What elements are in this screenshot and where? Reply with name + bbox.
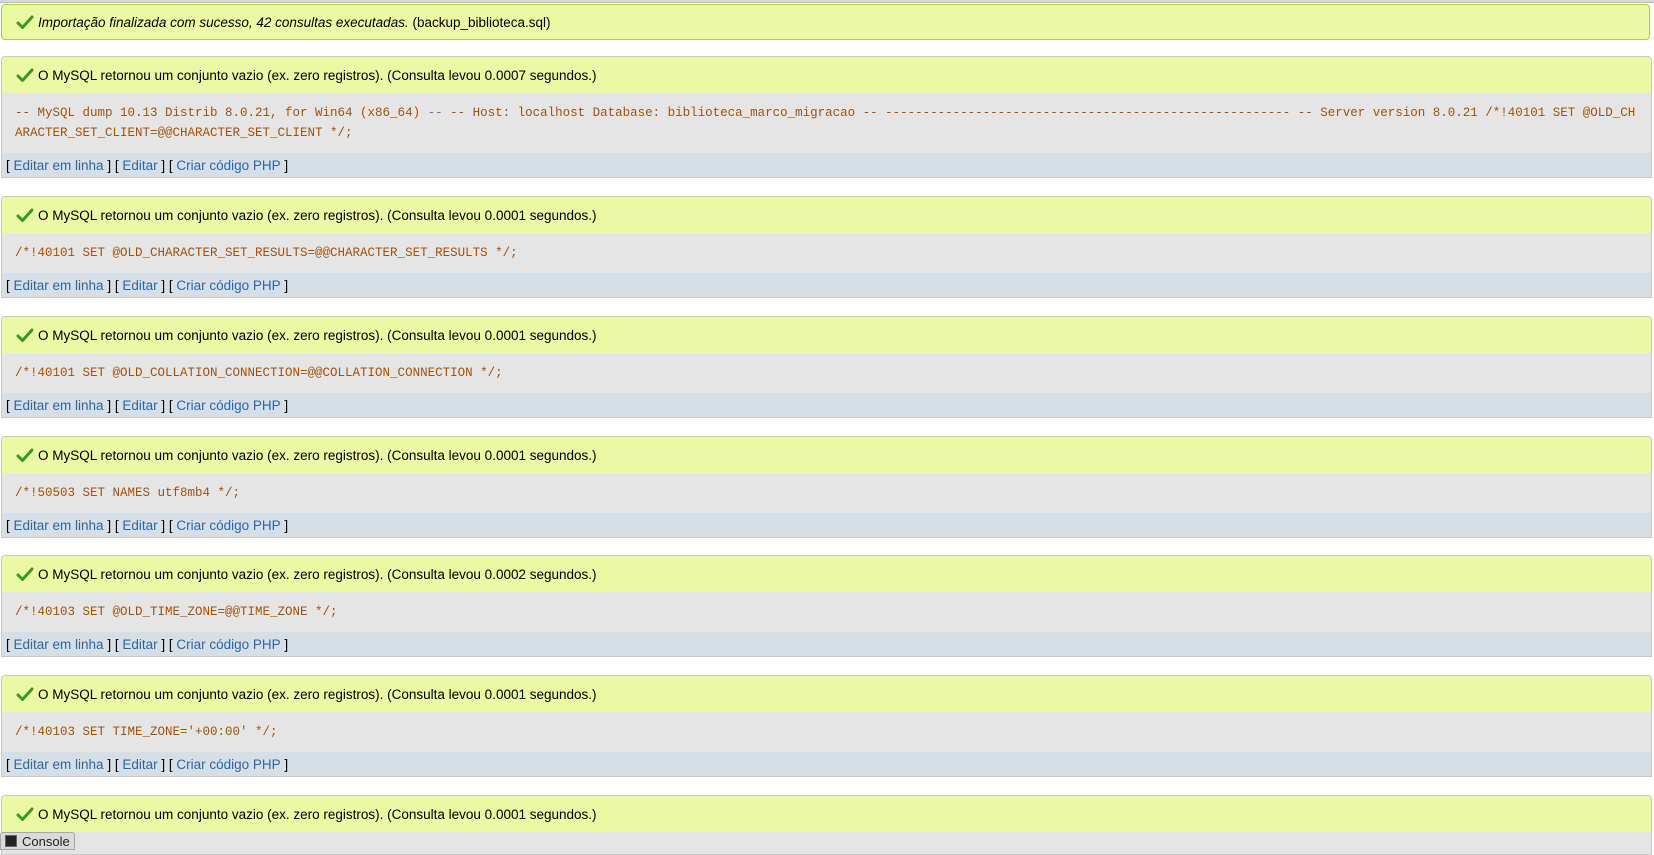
query-result-block: O MySQL retornou um conjunto vazio (ex. … (1, 56, 1652, 178)
check-icon (16, 567, 34, 581)
edit-link[interactable]: Editar (122, 398, 157, 413)
sql-query-text[interactable]: -- MySQL dump 10.13 Distrib 8.0.21, for … (2, 93, 1651, 153)
query-actions: [ Editar em linha ] [ Editar ] [ Criar c… (2, 393, 1651, 417)
check-icon (16, 448, 34, 462)
create-php-code-link[interactable]: Criar código PHP (176, 518, 280, 533)
query-result-message: O MySQL retornou um conjunto vazio (ex. … (2, 437, 1651, 473)
check-icon (16, 687, 34, 701)
check-icon (16, 807, 34, 821)
check-icon (16, 68, 34, 82)
query-result-message: O MySQL retornou um conjunto vazio (ex. … (2, 317, 1651, 353)
query-result-block: O MySQL retornou um conjunto vazio (ex. … (1, 436, 1652, 538)
query-result-message: O MySQL retornou um conjunto vazio (ex. … (2, 57, 1651, 93)
edit-link[interactable]: Editar (122, 518, 157, 533)
query-result-block: O MySQL retornou um conjunto vazio (ex. … (1, 555, 1652, 657)
edit-inline-link[interactable]: Editar em linha (14, 518, 104, 533)
create-php-code-link[interactable]: Criar código PHP (176, 398, 280, 413)
query-result-message: O MySQL retornou um conjunto vazio (ex. … (2, 796, 1651, 832)
query-result-block: O MySQL retornou um conjunto vazio (ex. … (1, 196, 1652, 298)
create-php-code-link[interactable]: Criar código PHP (176, 637, 280, 652)
sql-query-text[interactable]: /*!40101 SET @OLD_COLLATION_CONNECTION=@… (2, 353, 1651, 393)
edit-inline-link[interactable]: Editar em linha (14, 158, 104, 173)
query-result-block: O MySQL retornou um conjunto vazio (ex. … (1, 316, 1652, 418)
query-result-message: O MySQL retornou um conjunto vazio (ex. … (2, 676, 1651, 712)
query-actions: [ Editar em linha ] [ Editar ] [ Criar c… (2, 513, 1651, 537)
query-actions: [ Editar em linha ] [ Editar ] [ Criar c… (2, 752, 1651, 776)
top-toolbar-edge (0, 0, 1654, 3)
sql-query-text[interactable]: /*!50503 SET NAMES utf8mb4 */; (2, 473, 1651, 513)
check-icon (16, 15, 34, 29)
query-result-message: O MySQL retornou um conjunto vazio (ex. … (2, 197, 1651, 233)
edit-inline-link[interactable]: Editar em linha (14, 637, 104, 652)
create-php-code-link[interactable]: Criar código PHP (176, 757, 280, 772)
query-actions: [ Editar em linha ] [ Editar ] [ Criar c… (2, 273, 1651, 297)
query-result-block: O MySQL retornou um conjunto vazio (ex. … (1, 675, 1652, 777)
query-actions: [ Editar em linha ] [ Editar ] [ Criar c… (2, 153, 1651, 177)
query-actions: [ Editar em linha ] [ Editar ] [ Criar c… (2, 632, 1651, 656)
sql-query-text[interactable]: /*!40101 SET @OLD_CHARACTER_SET_RESULTS=… (2, 233, 1651, 273)
create-php-code-link[interactable]: Criar código PHP (176, 278, 280, 293)
edit-link[interactable]: Editar (122, 278, 157, 293)
create-php-code-link[interactable]: Criar código PHP (176, 158, 280, 173)
console-toggle-button[interactable]: Console (0, 832, 75, 850)
import-message: Importação finalizada com sucesso, 42 co… (38, 14, 551, 30)
query-result-block: O MySQL retornou um conjunto vazio (ex. … (1, 795, 1652, 855)
edit-link[interactable]: Editar (122, 637, 157, 652)
import-success-banner: Importação finalizada com sucesso, 42 co… (1, 4, 1650, 40)
check-icon (16, 328, 34, 342)
edit-inline-link[interactable]: Editar em linha (14, 278, 104, 293)
sql-query-text[interactable]: /*!40103 SET TIME_ZONE='+00:00' */; (2, 712, 1651, 752)
edit-inline-link[interactable]: Editar em linha (14, 757, 104, 772)
edit-inline-link[interactable]: Editar em linha (14, 398, 104, 413)
edit-link[interactable]: Editar (122, 757, 157, 772)
check-icon (16, 208, 34, 222)
edit-link[interactable]: Editar (122, 158, 157, 173)
sql-query-text[interactable]: /*!40103 SET @OLD_TIME_ZONE=@@TIME_ZONE … (2, 592, 1651, 632)
console-icon (5, 835, 17, 847)
query-result-message: O MySQL retornou um conjunto vazio (ex. … (2, 556, 1651, 592)
